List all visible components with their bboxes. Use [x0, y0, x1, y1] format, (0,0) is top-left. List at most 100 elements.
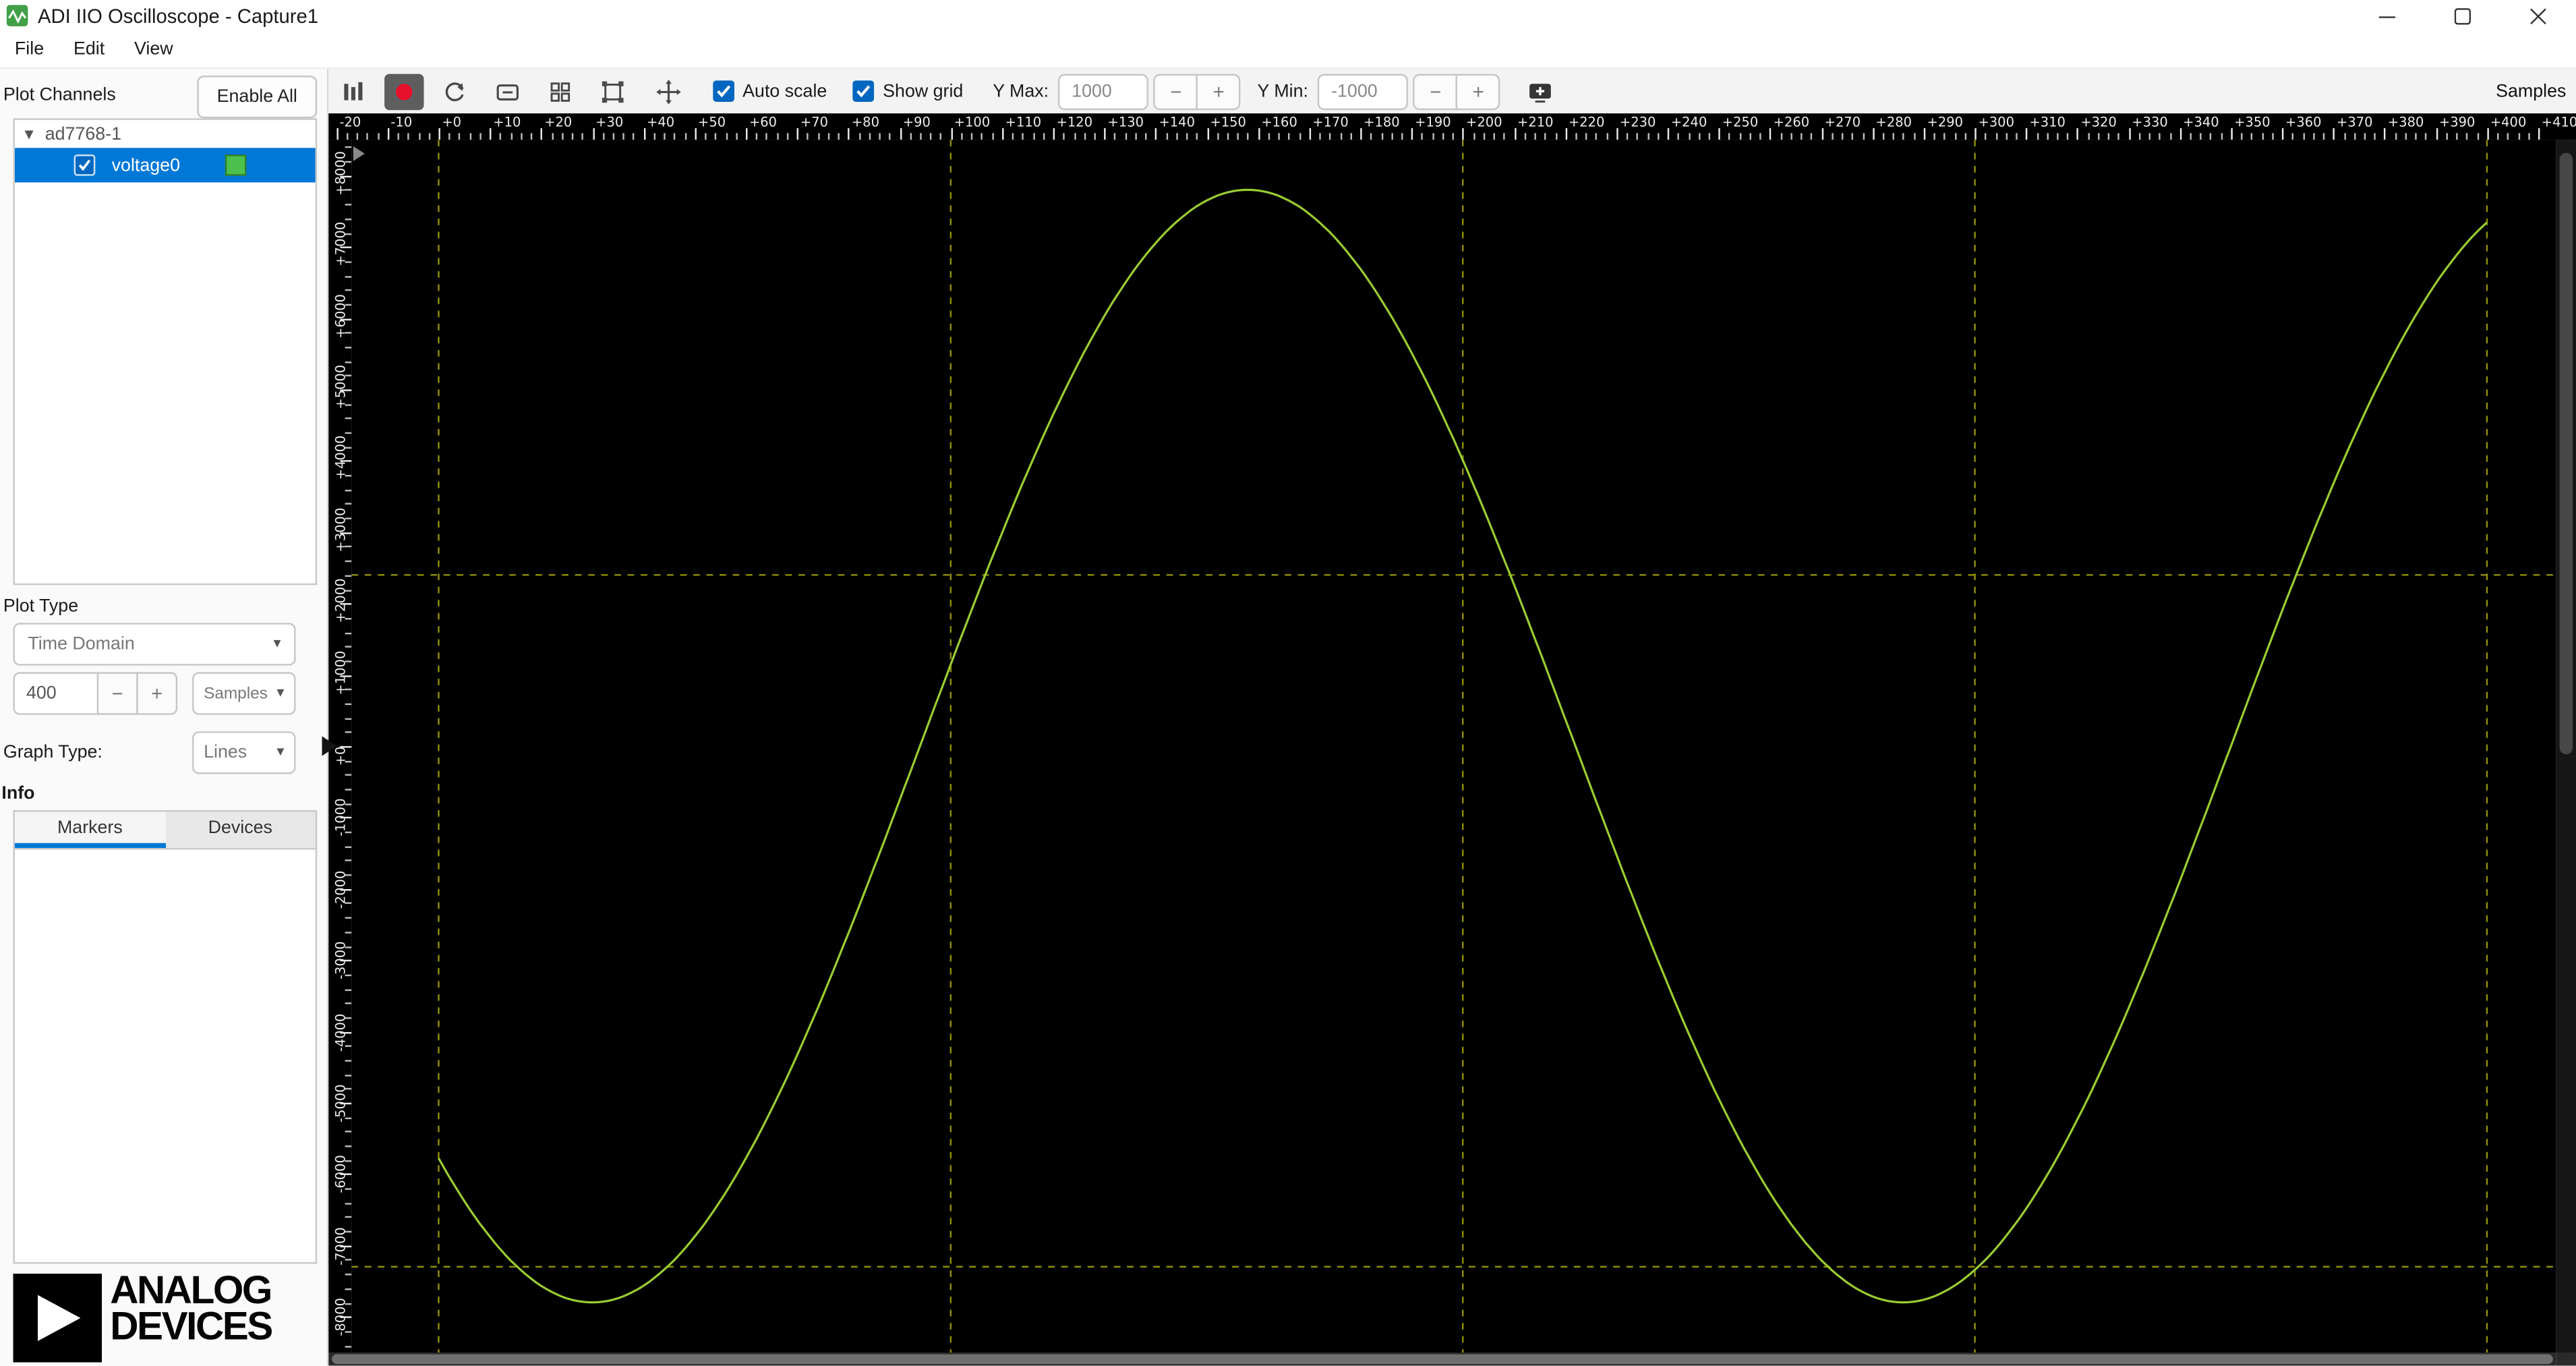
- auto-scale-checkbox[interactable]: [713, 80, 734, 103]
- enable-all-button[interactable]: Enable All: [197, 76, 318, 119]
- y-max-decrement-button[interactable]: −: [1154, 73, 1198, 110]
- channel-checkbox[interactable]: [74, 154, 96, 176]
- x-tick: [469, 133, 471, 140]
- x-tick: [1964, 133, 1966, 140]
- x-tick: [1923, 128, 1926, 140]
- x-tick: [622, 133, 625, 140]
- adi-triangle-icon: [13, 1274, 103, 1363]
- grid-view-icon[interactable]: [542, 73, 579, 109]
- x-tick: [1596, 133, 1598, 140]
- sample-count-decrement-button[interactable]: −: [96, 672, 138, 715]
- vertical-scrollbar[interactable]: [2556, 140, 2576, 1353]
- channel-row-voltage0[interactable]: voltage0: [14, 148, 316, 183]
- close-button[interactable]: [2500, 0, 2576, 31]
- x-tick-label: +80: [851, 115, 879, 130]
- x-tick: [1985, 133, 1987, 140]
- y-max-increment-button[interactable]: +: [1196, 73, 1241, 110]
- x-tick: [2476, 133, 2479, 140]
- graph-type-dropdown[interactable]: Lines ▾: [192, 731, 296, 774]
- x-tick: [1401, 133, 1403, 140]
- x-tick-label: +120: [1056, 115, 1093, 130]
- sample-count-increment-button[interactable]: +: [136, 672, 178, 715]
- x-tick: [1585, 133, 1587, 140]
- y-tick-label: -7000: [333, 1226, 349, 1265]
- y-max-label: Y Max:: [993, 81, 1049, 101]
- x-tick: [746, 128, 748, 140]
- x-tick: [1882, 133, 1885, 140]
- x-tick-label: +340: [2183, 115, 2219, 130]
- sample-unit-dropdown[interactable]: Samples ▾: [192, 672, 296, 715]
- tree-expander-icon[interactable]: ▼: [25, 127, 34, 140]
- vertical-scrollbar-thumb[interactable]: [2559, 152, 2573, 755]
- x-tick: [2384, 128, 2387, 140]
- x-tick: [950, 128, 953, 140]
- x-tick-label: +290: [1927, 115, 1964, 130]
- tab-devices[interactable]: Devices: [165, 812, 316, 849]
- menu-view[interactable]: View: [119, 39, 187, 59]
- x-tick: [2456, 133, 2458, 140]
- show-grid-checkbox[interactable]: [853, 80, 875, 103]
- x-tick: [1554, 133, 1557, 140]
- x-tick: [715, 133, 717, 140]
- x-tick: [633, 133, 635, 140]
- y-tick: [345, 903, 352, 905]
- x-tick: [1667, 128, 1670, 140]
- x-tick: [2517, 133, 2519, 140]
- x-tick-label: +90: [902, 115, 931, 130]
- y-ruler-position-marker: [322, 736, 337, 756]
- horizontal-scrollbar-thumb[interactable]: [332, 1354, 2553, 1365]
- plot-canvas[interactable]: [351, 140, 2556, 1353]
- y-min-decrement-button[interactable]: −: [1413, 73, 1458, 110]
- x-ruler: -20 -10 +0 +10 +20 +30 +40 +50 +60 +70 +80 +90 +100 +…: [328, 113, 2576, 140]
- move-tool-icon[interactable]: [651, 73, 687, 109]
- x-tick-label: -10: [390, 115, 413, 130]
- scrollbar-corner: [2556, 1353, 2576, 1366]
- maximize-button[interactable]: [2425, 0, 2500, 31]
- x-tick: [910, 133, 912, 140]
- channel-settings-icon[interactable]: [335, 73, 372, 109]
- x-tick: [541, 128, 543, 140]
- plot-type-dropdown[interactable]: Time Domain ▾: [13, 623, 296, 666]
- x-tick: [2405, 133, 2407, 140]
- x-tick: [1729, 133, 1731, 140]
- x-tick: [889, 133, 891, 140]
- x-tick: [1258, 128, 1260, 140]
- x-tick: [1299, 133, 1301, 140]
- x-tick: [1135, 133, 1137, 140]
- x-tick: [1217, 133, 1219, 140]
- fit-plot-icon[interactable]: [595, 73, 631, 109]
- x-tick: [2292, 133, 2294, 140]
- x-tick-label: +270: [1824, 115, 1861, 130]
- y-tick-label: +8000: [333, 150, 349, 196]
- x-tick: [960, 133, 963, 140]
- y-tick-label: +5000: [333, 364, 349, 409]
- y-min-input[interactable]: [1318, 73, 1409, 110]
- x-tick: [2395, 133, 2397, 140]
- x-tick: [1483, 133, 1486, 140]
- tree-device-row[interactable]: ▼ ad7768-1: [15, 120, 316, 148]
- x-tick: [1248, 133, 1250, 140]
- new-plot-icon[interactable]: [1523, 73, 1560, 109]
- refresh-icon[interactable]: [437, 73, 473, 109]
- x-tick: [756, 133, 758, 140]
- channel-color-swatch[interactable]: [225, 154, 247, 176]
- x-tick: [1032, 133, 1034, 140]
- y-tick-label: -6000: [333, 1156, 349, 1194]
- y-max-input[interactable]: [1058, 73, 1149, 110]
- x-tick: [1739, 133, 1741, 140]
- menubar: File Edit View: [0, 31, 2576, 69]
- screenshot-icon[interactable]: [490, 73, 526, 109]
- y-tick: [345, 617, 352, 620]
- x-tick-label: +240: [1670, 115, 1707, 130]
- menu-file[interactable]: File: [0, 39, 59, 59]
- y-min-increment-button[interactable]: +: [1456, 73, 1501, 110]
- horizontal-scrollbar[interactable]: [328, 1353, 2556, 1366]
- x-tick: [2415, 133, 2418, 140]
- capture-record-button[interactable]: [384, 73, 424, 110]
- x-tick: [2333, 128, 2335, 140]
- tab-markers[interactable]: Markers: [14, 812, 165, 849]
- x-tick: [1339, 133, 1342, 140]
- sample-count-input[interactable]: [13, 672, 99, 715]
- menu-edit[interactable]: Edit: [59, 39, 119, 59]
- minimize-button[interactable]: [2349, 0, 2425, 31]
